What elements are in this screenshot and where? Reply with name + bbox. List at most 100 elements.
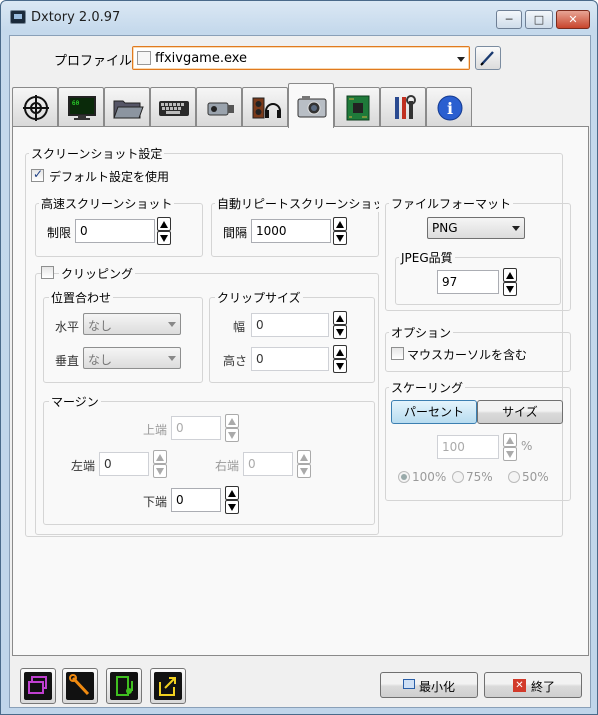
interval-stepper[interactable] — [333, 217, 347, 245]
arrow-down-icon[interactable] — [153, 464, 167, 478]
tab-folder[interactable] — [104, 87, 150, 127]
arrow-down-icon[interactable] — [297, 464, 311, 478]
height-stepper[interactable] — [333, 345, 347, 373]
arrow-down-icon[interactable] — [157, 231, 171, 245]
minimize-button[interactable]: 最小化 — [380, 672, 478, 698]
audio-export-button[interactable] — [106, 668, 142, 704]
jpeg-quality-title: JPEG品質 — [399, 249, 455, 266]
arrow-up-icon[interactable] — [503, 268, 517, 282]
scale-75-radio[interactable] — [452, 471, 464, 483]
width-stepper[interactable] — [333, 311, 347, 339]
monitor-icon: 60 — [68, 96, 96, 120]
horizontal-select[interactable]: なし — [83, 313, 181, 335]
include-cursor-label: マウスカーソルを含む — [407, 348, 528, 362]
margin-top-input[interactable]: 0 — [171, 416, 221, 440]
margin-left-stepper[interactable] — [153, 450, 167, 478]
arrow-down-icon[interactable] — [503, 447, 517, 461]
scale-100-radio[interactable] — [398, 471, 410, 483]
margin-top-stepper[interactable] — [225, 414, 239, 442]
arrow-down-icon[interactable] — [333, 359, 347, 373]
exe-file-icon — [137, 51, 151, 65]
arrow-up-icon[interactable] — [225, 414, 239, 428]
tab-audio[interactable] — [242, 87, 288, 127]
clipping-checkbox[interactable] — [41, 266, 54, 279]
arrow-up-icon[interactable] — [157, 217, 171, 231]
export-button[interactable] — [150, 668, 186, 704]
clip-size-title: クリップサイズ — [215, 289, 303, 306]
scale-50-radio[interactable] — [508, 471, 520, 483]
profile-value: ffxivgame.exe — [155, 51, 248, 66]
minimize-window-button[interactable]: ─ — [496, 10, 522, 29]
scale-50-label: 50% — [522, 470, 549, 484]
height-input[interactable]: 0 — [251, 347, 329, 371]
width-label: 幅 — [233, 320, 246, 334]
size-mode-button[interactable]: サイズ — [477, 400, 563, 424]
info-icon: i — [437, 95, 463, 121]
jpeg-quality-input[interactable]: 97 — [437, 270, 499, 294]
arrow-up-icon[interactable] — [503, 433, 517, 447]
chip-icon — [346, 95, 370, 121]
margin-right-stepper[interactable] — [297, 450, 311, 478]
chevron-down-icon — [168, 322, 176, 327]
arrow-up-icon[interactable] — [333, 217, 347, 231]
arrow-up-icon[interactable] — [333, 345, 347, 359]
margin-bottom-stepper[interactable] — [225, 486, 239, 514]
arrow-up-icon[interactable] — [225, 486, 239, 500]
title-bar[interactable]: Dxtory 2.0.97 ─ □ ✕ — [1, 1, 597, 35]
use-default-checkbox[interactable] — [31, 167, 44, 182]
overlay-button[interactable] — [20, 668, 56, 704]
arrow-down-icon[interactable] — [333, 325, 347, 339]
close-window-button[interactable]: ✕ — [556, 10, 590, 29]
percent-mode-button[interactable]: パーセント — [391, 400, 477, 424]
arrow-down-icon[interactable] — [225, 500, 239, 514]
limit-stepper[interactable] — [157, 217, 171, 245]
scale-percent-input[interactable]: 100 — [437, 435, 499, 459]
profile-select[interactable]: ffxivgame.exe — [132, 46, 470, 70]
interval-input[interactable]: 1000 — [251, 219, 331, 243]
music-doc-icon — [116, 676, 133, 696]
margin-bottom-label: 下端 — [143, 495, 168, 509]
limit-input[interactable]: 0 — [75, 219, 155, 243]
info-glyph: i — [447, 99, 453, 118]
vertical-select[interactable]: なし — [83, 347, 181, 369]
scale-percent-stepper[interactable] — [503, 433, 517, 461]
tab-video-device[interactable] — [196, 87, 242, 127]
arrow-up-icon[interactable] — [297, 450, 311, 464]
tab-capture-target[interactable] — [12, 87, 58, 127]
tab-hotkeys[interactable] — [150, 87, 196, 127]
fast-screenshot-title: 高速スクリーンショット — [39, 195, 175, 212]
client-area: プロファイル ffxivgame.exe 60 i スクリーンショット設定 ✓ … — [9, 35, 591, 708]
wrench-icon — [69, 674, 90, 696]
edit-profile-button[interactable] — [475, 46, 501, 70]
jpeg-quality-stepper[interactable] — [503, 268, 517, 296]
margin-bottom-input[interactable]: 0 — [171, 488, 221, 512]
arrow-up-icon[interactable] — [333, 311, 347, 325]
settings-button[interactable] — [62, 668, 98, 704]
vertical-value: なし — [88, 353, 113, 367]
tab-screenshot[interactable] — [288, 83, 334, 128]
camcorder-icon — [207, 102, 234, 116]
tab-advanced[interactable] — [334, 87, 380, 127]
arrow-down-icon[interactable] — [333, 231, 347, 245]
margin-left-input[interactable]: 0 — [99, 452, 149, 476]
file-format-select[interactable]: PNG — [427, 217, 525, 239]
profile-label: プロファイル — [54, 54, 133, 69]
exit-label: 終了 — [531, 680, 556, 694]
margin-right-input[interactable]: 0 — [243, 452, 293, 476]
options-title: オプション — [389, 324, 454, 341]
width-input[interactable]: 0 — [251, 313, 329, 337]
arrow-down-icon[interactable] — [503, 282, 517, 296]
tab-info[interactable]: i — [426, 87, 472, 127]
svg-text:60: 60 — [72, 100, 80, 107]
exit-button[interactable]: ✕ 終了 — [484, 672, 582, 698]
screenshot-settings-title: スクリーンショット設定 — [29, 145, 165, 162]
margin-title: マージン — [49, 393, 101, 410]
tab-video[interactable]: 60 — [58, 87, 104, 127]
arrow-down-icon[interactable] — [225, 428, 239, 442]
position-group — [43, 297, 203, 383]
include-cursor-checkbox[interactable] — [391, 347, 404, 360]
maximize-window-button[interactable]: □ — [525, 10, 553, 29]
tab-tools[interactable] — [380, 87, 426, 127]
arrow-up-icon[interactable] — [153, 450, 167, 464]
app-window: Dxtory 2.0.97 ─ □ ✕ プロファイル ffxivgame.exe… — [0, 0, 598, 715]
